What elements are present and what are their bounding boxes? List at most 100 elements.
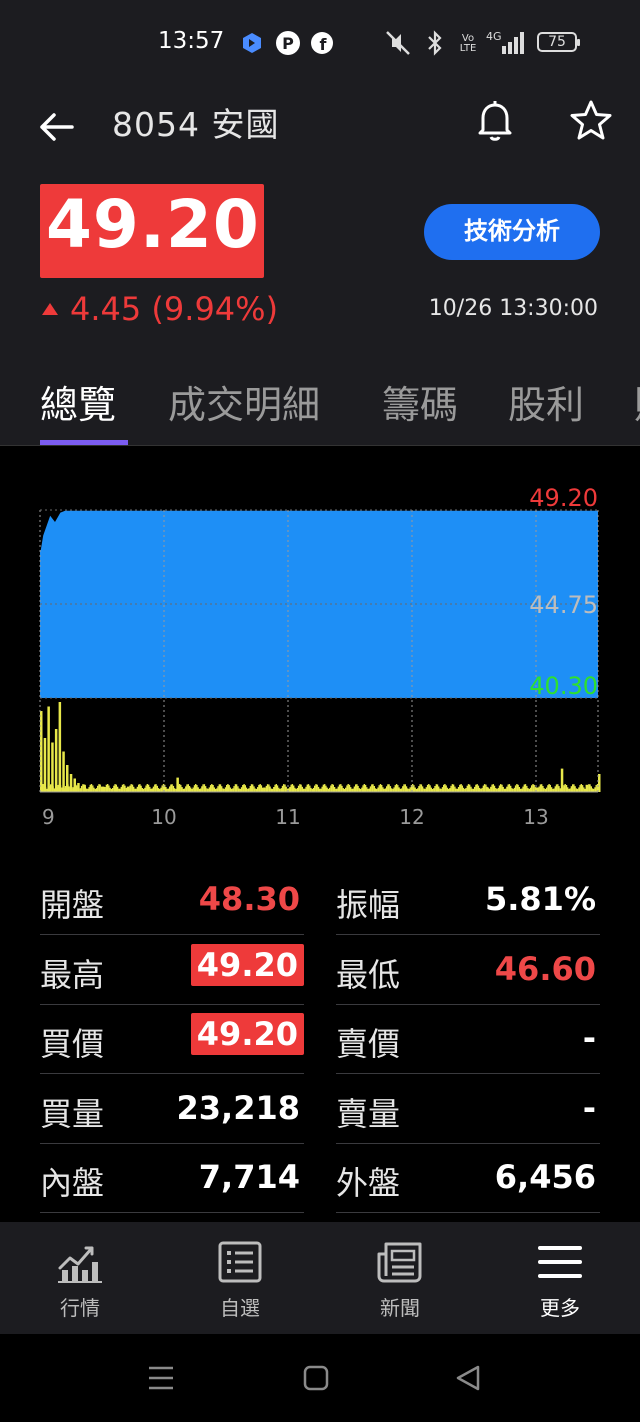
volume-bar [291, 784, 294, 792]
volume-bar [186, 784, 188, 792]
volume-bar [154, 784, 156, 792]
quote-value: 48.30 [198, 880, 300, 918]
volume-bar [467, 784, 470, 792]
back-icon[interactable] [454, 1364, 482, 1396]
volume-bar [131, 784, 134, 792]
volume-bar [242, 785, 244, 792]
volume-bar [522, 786, 524, 792]
volume-bar [470, 786, 472, 792]
volume-bar [290, 784, 292, 792]
volume-bar [224, 787, 227, 792]
volume-bar [249, 786, 251, 792]
volume-bar [170, 784, 172, 792]
volume-bar [136, 786, 139, 792]
volume-bar [169, 786, 171, 792]
tab-trade-details[interactable]: 成交明細 [168, 374, 320, 429]
volume-bar [245, 787, 248, 792]
volume-bar [97, 785, 99, 792]
volume-bar [161, 785, 163, 792]
volume-bar [492, 784, 494, 792]
volume-bar [270, 788, 272, 792]
price-area [39, 509, 598, 698]
volume-bar [521, 788, 523, 792]
volume-bar [465, 788, 467, 792]
intraday-chart[interactable]: 49.20 44.75 40.30 9 10 11 12 13 [0, 480, 640, 840]
volume-bar [373, 786, 375, 792]
volume-bar [407, 788, 409, 792]
intraday-chart-svg: 49.20 44.75 40.30 9 10 11 12 13 [39, 484, 601, 829]
volume-bar [516, 784, 518, 792]
quote-label: 買價 [40, 1025, 105, 1063]
volume-bar [595, 785, 597, 792]
nav-news[interactable]: 新聞 [340, 1240, 460, 1321]
bell-icon[interactable] [470, 96, 520, 146]
volume-bar [325, 787, 328, 792]
volume-bar [581, 785, 584, 792]
volume-bar [64, 786, 67, 792]
volume-bar [588, 784, 590, 792]
volume-bar [409, 787, 411, 792]
back-arrow-icon[interactable] [34, 104, 80, 150]
volume-bar [555, 784, 558, 792]
price-area-fill [40, 510, 598, 698]
volume-bar [53, 788, 55, 792]
volume-bar [124, 785, 126, 792]
technical-analysis-button[interactable]: 技術分析 [424, 204, 600, 260]
volume-bar [356, 784, 358, 792]
volume-bar [372, 784, 374, 792]
nav-watchlist[interactable]: 自選 [180, 1240, 300, 1321]
volume-bar [167, 788, 170, 792]
volume-bar [569, 788, 571, 792]
volume-bar [353, 786, 356, 792]
tab-next-partial[interactable]: 財 [634, 374, 640, 429]
volume-bar [526, 785, 528, 792]
quote-value: 6,456 [494, 1158, 596, 1196]
quote-label: 最高 [40, 955, 105, 994]
volume-bar [438, 786, 440, 792]
volume-bar [180, 784, 182, 792]
nav-market-label: 行情 [60, 1296, 100, 1320]
volume-bar [146, 784, 148, 792]
volume-bar [348, 784, 351, 792]
volume-bar [265, 785, 268, 792]
volume-bar [69, 774, 73, 792]
tab-dividends[interactable]: 股利 [508, 374, 584, 429]
volume-bar [238, 788, 240, 792]
volume-bar [578, 787, 580, 792]
quote-value: - [582, 1019, 596, 1057]
volume-bar [441, 787, 444, 792]
volume-bar [58, 702, 62, 792]
volume-bar [257, 787, 259, 792]
volume-bar [301, 786, 303, 792]
star-icon[interactable] [566, 96, 616, 146]
volume-bar [386, 786, 388, 792]
volume-bar [434, 786, 436, 792]
volume-bar [397, 785, 399, 792]
nav-more[interactable]: 更多 [500, 1240, 620, 1321]
volume-bar [187, 784, 189, 792]
quote-row-left-4: 內盤 7,714 [40, 1144, 304, 1213]
volume-bar [99, 784, 101, 792]
volume-bar [202, 784, 204, 792]
volume-bar [491, 784, 493, 792]
home-icon[interactable] [302, 1364, 330, 1396]
volume-bar [461, 785, 463, 792]
volume-bar [414, 787, 416, 792]
volume-bar [178, 784, 181, 792]
tab-overview[interactable]: 總覽 [40, 374, 116, 429]
volume-bar [113, 785, 115, 792]
recent-apps-icon[interactable] [146, 1364, 176, 1396]
volume-bar [310, 787, 312, 792]
volume-bar [76, 785, 78, 792]
network-type: 4G [486, 30, 502, 43]
quote-value: 49.20 [190, 943, 304, 986]
volume-bar [572, 784, 574, 792]
volume-bar [518, 787, 520, 792]
battery-icon: 75 [537, 32, 580, 52]
quote-timestamp: 10/26 13:30:00 [428, 296, 598, 321]
tab-chips[interactable]: 籌碼 [382, 374, 458, 429]
volume-bar [185, 786, 187, 792]
volume-bar [322, 784, 325, 792]
nav-market[interactable]: 行情 [20, 1240, 140, 1321]
volume-bar [47, 706, 50, 792]
